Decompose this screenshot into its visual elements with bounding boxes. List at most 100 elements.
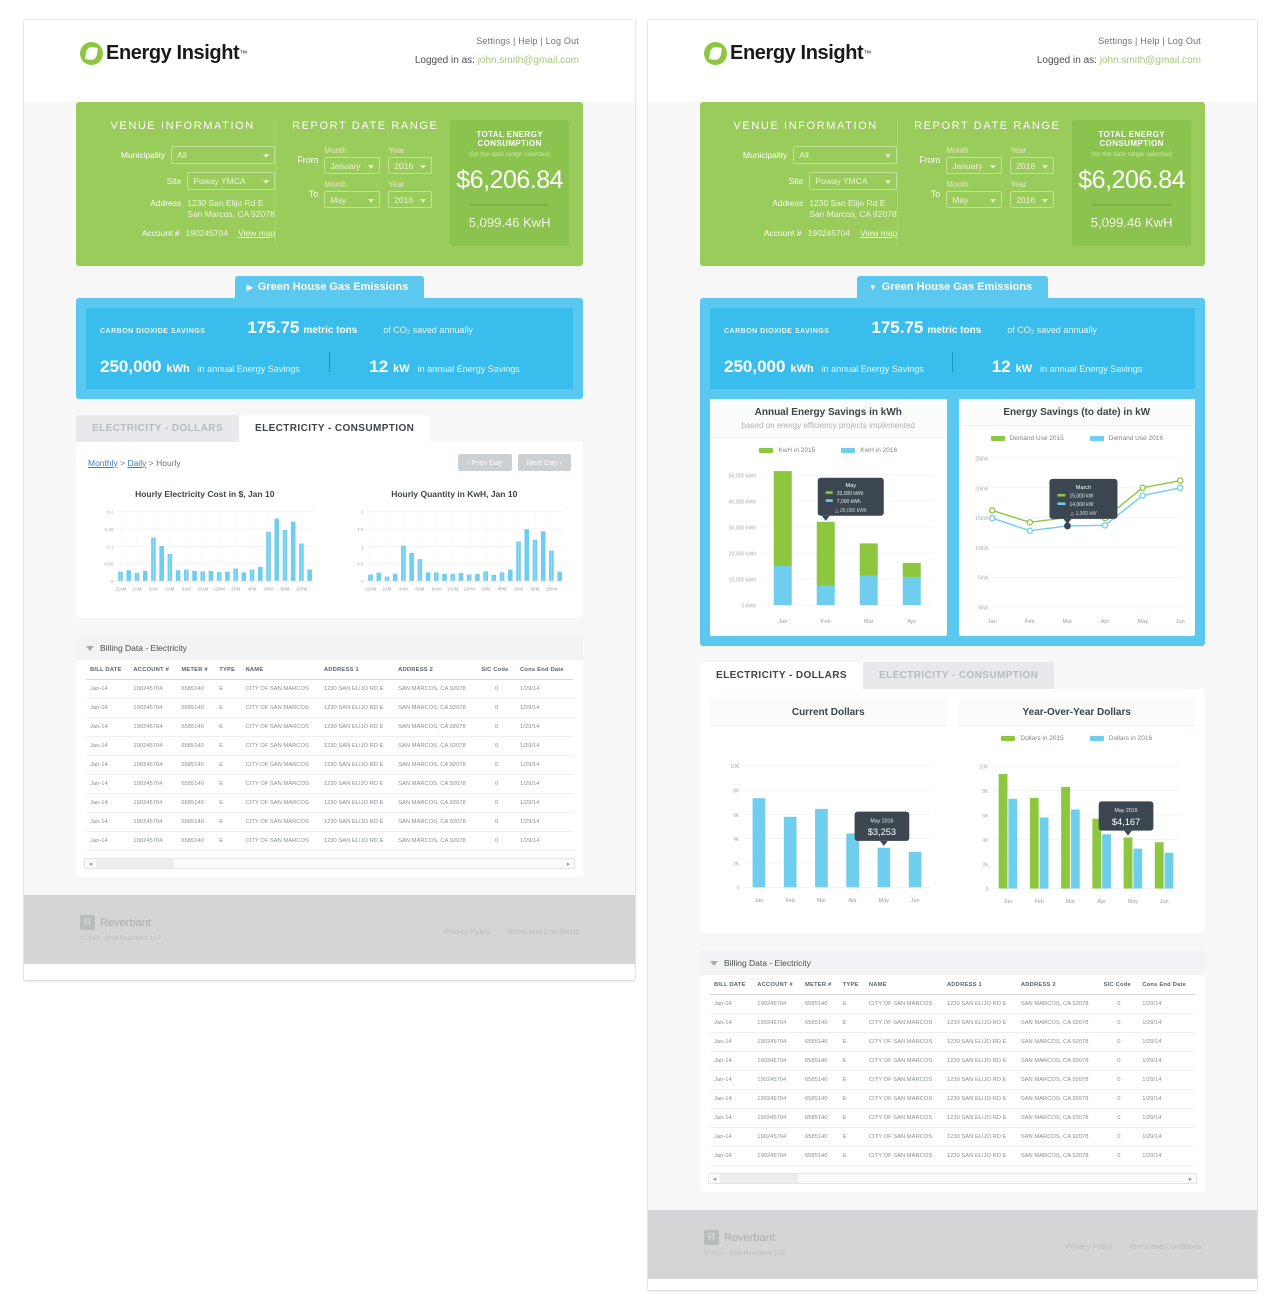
column-header[interactable]: METER # xyxy=(177,660,216,680)
scrollbar-track[interactable] xyxy=(96,859,563,868)
view-map-link[interactable]: View map xyxy=(238,228,275,238)
breadcrumb-daily[interactable]: Daily xyxy=(127,458,146,468)
help-link[interactable]: Help xyxy=(518,36,537,46)
prev-day-button[interactable]: ‹ Prev Day xyxy=(458,454,512,471)
breadcrumb-monthly[interactable]: Monthly xyxy=(88,458,118,468)
legend-item[interactable]: KwH in 2016 xyxy=(841,447,897,454)
table-cell: E xyxy=(215,698,242,718)
column-header[interactable]: Cons End Date xyxy=(516,660,573,680)
column-header[interactable]: TYPE xyxy=(838,975,865,995)
privacy-policy-link[interactable]: Privacy Policy xyxy=(1066,1242,1113,1251)
table-row[interactable]: Jan-14 190245704 6585140 E CITY OF SAN MARCO… xyxy=(710,994,1195,1014)
column-header[interactable]: NAME xyxy=(864,975,943,995)
column-header[interactable]: NAME xyxy=(241,660,320,680)
table-row[interactable]: Jan-14 190245704 6585140 E CITY OF SAN MARCO… xyxy=(86,717,573,737)
table-row[interactable]: Jan-14 190245704 6585140 E CITY OF SAN MARCO… xyxy=(710,1146,1195,1166)
next-day-button[interactable]: Next Day › xyxy=(517,454,571,471)
municipality-select[interactable]: All xyxy=(793,146,898,164)
column-header[interactable]: METER # xyxy=(800,975,839,995)
column-header[interactable]: ADDRESS 1 xyxy=(942,975,1017,995)
report-date-range-title: REPORT DATE RANGE xyxy=(914,120,1061,132)
settings-link[interactable]: Settings xyxy=(476,36,510,46)
legend-item[interactable]: Demand Use 2016 xyxy=(1089,435,1163,442)
table-row[interactable]: Jan-14 190245704 6585140 E CITY OF SAN MARCO… xyxy=(710,1051,1195,1071)
table-row[interactable]: Jan-14 190245704 6585140 E CITY OF SAN MARCO… xyxy=(86,736,573,756)
horizontal-scrollbar[interactable]: ◂ ▸ xyxy=(708,1173,1197,1184)
tab-electricity-consumption[interactable]: ELECTRICITY - CONSUMPTION xyxy=(239,415,431,442)
table-row[interactable]: Jan-14 190245704 6585140 E CITY OF SAN MARCO… xyxy=(710,1070,1195,1090)
from-month-select[interactable]: January xyxy=(324,157,381,174)
brand-logo[interactable]: Energy Insight ™ xyxy=(80,42,247,65)
scrollbar-thumb[interactable] xyxy=(96,859,174,868)
svg-text:12PM: 12PM xyxy=(214,586,226,591)
table-row[interactable]: Jan-14 190245704 6585140 E CITY OF SAN MARCO… xyxy=(86,831,573,851)
tab-electricity-consumption[interactable]: ELECTRICITY - CONSUMPTION xyxy=(863,662,1055,689)
to-month-select[interactable]: May xyxy=(324,191,381,208)
column-header[interactable]: BILL DATE xyxy=(710,975,754,995)
column-header[interactable]: SIC Code xyxy=(1099,975,1139,995)
settings-link[interactable]: Settings xyxy=(1098,36,1132,46)
billing-header[interactable]: Billing Data - Electricity xyxy=(76,636,583,660)
svg-text:Feb: Feb xyxy=(1034,899,1043,905)
terms-link[interactable]: Terms and Conditions xyxy=(506,927,579,936)
column-header[interactable]: SIC Code xyxy=(477,660,517,680)
site-select[interactable]: Poway YMCA xyxy=(187,172,276,190)
legend-item[interactable]: KwH in 2015 xyxy=(759,447,815,454)
scrollbar-track[interactable] xyxy=(720,1174,1185,1183)
table-cell: 0 xyxy=(477,679,517,699)
to-month-select[interactable]: May xyxy=(946,191,1003,208)
billing-header[interactable]: Billing Data - Electricity xyxy=(700,951,1205,975)
table-row[interactable]: Jan-14 190245704 6585140 E CITY OF SAN MARCO… xyxy=(710,1032,1195,1052)
legend-item[interactable]: Demand Use 2015 xyxy=(990,435,1064,442)
table-cell: 0 xyxy=(477,793,517,813)
table-row[interactable]: Jan-14 190245704 6585140 E CITY OF SAN MARCO… xyxy=(86,679,573,699)
scroll-left-arrow[interactable]: ◂ xyxy=(85,860,96,868)
privacy-policy-link[interactable]: Privacy Policy xyxy=(444,927,491,936)
column-header[interactable]: ACCOUNT # xyxy=(129,660,178,680)
site-select[interactable]: Poway YMCA xyxy=(809,172,898,190)
from-year-select[interactable]: 2016 xyxy=(1010,157,1055,174)
table-row[interactable]: Jan-14 190245704 6585140 E CITY OF SAN MARCO… xyxy=(710,1013,1195,1033)
column-header[interactable]: BILL DATE xyxy=(86,660,130,680)
legend-item[interactable]: Dollars in 2015 xyxy=(1001,735,1064,742)
total-consumption-subtitle: (for the date range selected) xyxy=(1090,151,1173,158)
municipality-select[interactable]: All xyxy=(171,146,276,164)
column-header[interactable]: Cons End Date xyxy=(1138,975,1195,995)
ghg-toggle-tab[interactable]: ▼ Green House Gas Emissions xyxy=(856,276,1049,298)
logout-link[interactable]: Log Out xyxy=(546,36,579,46)
scroll-left-arrow[interactable]: ◂ xyxy=(709,1175,720,1183)
column-header[interactable]: ADDRESS 2 xyxy=(1016,975,1100,995)
column-header[interactable]: TYPE xyxy=(215,660,242,680)
scrollbar-thumb[interactable] xyxy=(720,1174,798,1183)
tab-electricity-dollars[interactable]: ELECTRICITY - DOLLARS xyxy=(700,662,863,689)
legend-item[interactable]: Dollars in 2016 xyxy=(1089,735,1152,742)
table-row[interactable]: Jan-14 190245704 6585140 E CITY OF SAN MARCO… xyxy=(86,755,573,775)
user-email: john.smith@gmail.com xyxy=(1099,55,1201,66)
view-map-link[interactable]: View map xyxy=(860,228,897,238)
from-year-select[interactable]: 2016 xyxy=(388,157,433,174)
column-header[interactable]: ACCOUNT # xyxy=(753,975,801,995)
table-cell: 0 xyxy=(477,755,517,775)
table-row[interactable]: Jan-14 190245704 6585140 E CITY OF SAN MARCO… xyxy=(710,1127,1195,1147)
table-row[interactable]: Jan-14 190245704 6585140 E CITY OF SAN MARCO… xyxy=(86,774,573,794)
column-header[interactable]: ADDRESS 1 xyxy=(319,660,395,680)
table-row[interactable]: Jan-14 190245704 6585140 E CITY OF SAN MARCO… xyxy=(86,793,573,813)
table-row[interactable]: Jan-14 190245704 6585140 E CITY OF SAN MARCO… xyxy=(710,1089,1195,1109)
from-month-select[interactable]: January xyxy=(946,157,1003,174)
table-cell: Jan-14 xyxy=(710,1051,754,1071)
table-row[interactable]: Jan-14 190245704 6585140 E CITY OF SAN MARCO… xyxy=(710,1108,1195,1128)
logout-link[interactable]: Log Out xyxy=(1168,36,1201,46)
column-header[interactable]: ADDRESS 2 xyxy=(394,660,478,680)
table-row[interactable]: Jan-14 190245704 6585140 E CITY OF SAN MARCO… xyxy=(86,698,573,718)
table-row[interactable]: Jan-14 190245704 6585140 E CITY OF SAN MARCO… xyxy=(86,812,573,832)
ghg-toggle-tab[interactable]: ▶ Green House Gas Emissions xyxy=(234,276,425,298)
scroll-right-arrow[interactable]: ▸ xyxy=(563,860,574,868)
scroll-right-arrow[interactable]: ▸ xyxy=(1185,1175,1196,1183)
tab-electricity-dollars[interactable]: ELECTRICITY - DOLLARS xyxy=(76,415,239,442)
help-link[interactable]: Help xyxy=(1140,36,1159,46)
terms-link[interactable]: Terms and Conditions xyxy=(1128,1242,1201,1251)
horizontal-scrollbar[interactable]: ◂ ▸ xyxy=(84,858,575,869)
to-year-select[interactable]: 2016 xyxy=(388,191,433,208)
brand-logo[interactable]: Energy Insight ™ xyxy=(704,42,871,65)
to-year-select[interactable]: 2016 xyxy=(1010,191,1055,208)
